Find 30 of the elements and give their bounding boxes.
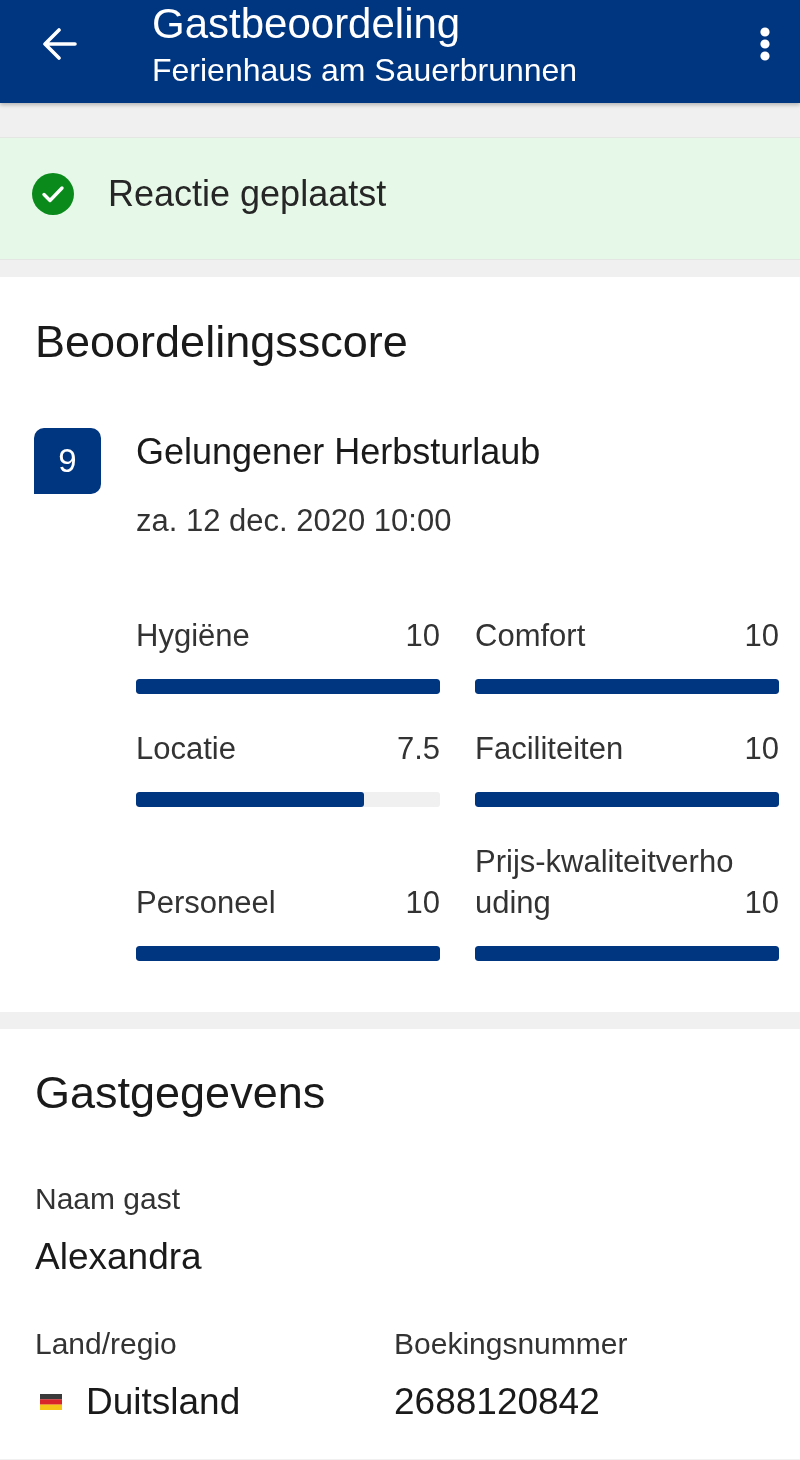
subscore-value: 10 (405, 617, 440, 655)
subscore-value: 10 (405, 884, 440, 922)
subscore-label: Faciliteiten (475, 730, 624, 768)
field-value: Duitsland (86, 1380, 241, 1424)
check-circle-icon (32, 172, 74, 215)
field-value: Alexandra (35, 1235, 202, 1279)
banner-message: Reactie geplaatst (108, 171, 387, 216)
field-value: 2688120842 (394, 1380, 600, 1424)
section-heading: Beoordelingsscore (35, 316, 408, 368)
subscore-value: 10 (744, 617, 779, 655)
property-name: Ferienhaus am Sauerbrunnen (152, 51, 578, 90)
review-date: za. 12 dec. 2020 10:00 (136, 502, 452, 540)
flag-icon (40, 1394, 62, 1410)
score-badge: 9 (34, 428, 101, 494)
subscore-value: 10 (744, 730, 779, 768)
more-options-icon[interactable] (760, 27, 770, 61)
field-label: Boekingsnummer (394, 1326, 628, 1362)
section-heading: Gastgegevens (35, 1067, 326, 1119)
subscore-label: Locatie (136, 730, 236, 768)
subscore-value: 10 (744, 884, 779, 922)
subscore-value: 7.5 (396, 730, 440, 768)
back-arrow-icon[interactable] (43, 27, 77, 61)
subscore-label: Comfort (475, 617, 586, 655)
screen-title: Gastbeoordeling (152, 0, 461, 48)
subscore-label: Prijs-kwaliteitverhouding (475, 843, 735, 922)
subscore-label: Hygiëne (136, 617, 250, 655)
field-label: Naam gast (35, 1181, 181, 1217)
subscore-label: Personeel (136, 884, 276, 922)
review-title: Gelungener Herbsturlaub (136, 430, 541, 474)
field-label: Land/regio (35, 1326, 177, 1362)
